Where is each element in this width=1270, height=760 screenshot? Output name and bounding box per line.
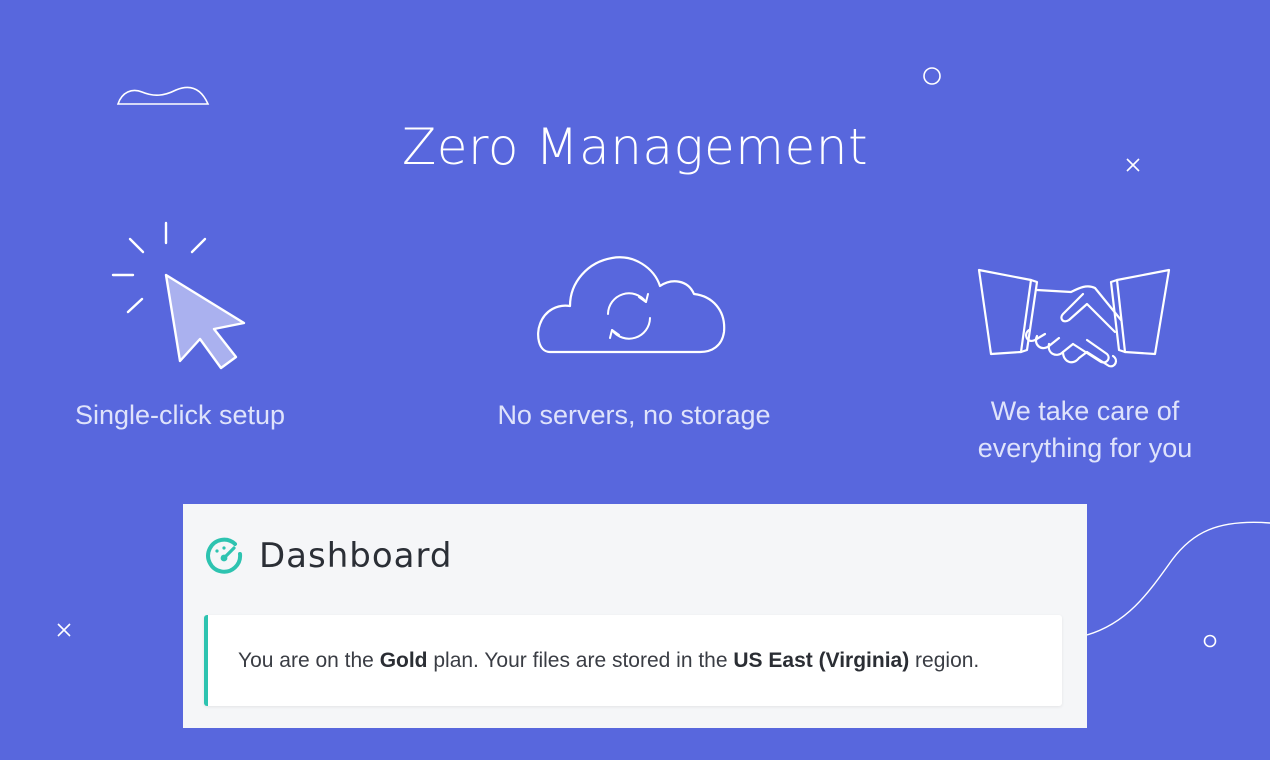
alert-text-prefix: You are on the xyxy=(238,648,380,672)
speedometer-icon xyxy=(206,537,243,574)
dashboard-header: Dashboard xyxy=(205,534,452,578)
cross-decoration xyxy=(57,623,71,637)
curve-decoration xyxy=(1087,521,1270,636)
dashboard-panel: Dashboard You are on the Gold plan. Your… xyxy=(183,504,1087,728)
feature-no-servers: No servers, no storage xyxy=(474,240,794,445)
alert-text-suffix: region. xyxy=(909,648,980,672)
alert-text-middle: plan. Your files are stored in the xyxy=(427,648,734,672)
page-title: Zero Management xyxy=(401,118,869,176)
plan-name: Gold xyxy=(379,648,428,672)
wave-decoration xyxy=(116,86,210,105)
cursor-click-icon xyxy=(111,221,246,370)
feature-label-line1: We take care of xyxy=(990,396,1180,426)
feature-label: Single-click setup xyxy=(74,400,286,430)
handshake-icon xyxy=(977,268,1171,368)
feature-we-take-care: We take care of everything for you xyxy=(945,262,1225,472)
feature-label: No servers, no storage xyxy=(497,400,771,430)
feature-single-click: Single-click setup xyxy=(40,215,320,445)
feature-label-line2: everything for you xyxy=(977,433,1193,463)
cloud-sync-icon xyxy=(537,256,726,354)
plan-info-alert: You are on the Gold plan. Your files are… xyxy=(204,615,1062,706)
circle-decoration xyxy=(923,67,941,85)
dashboard-title: Dashboard xyxy=(259,536,453,576)
region-name: US East (Virginia) xyxy=(733,648,910,672)
